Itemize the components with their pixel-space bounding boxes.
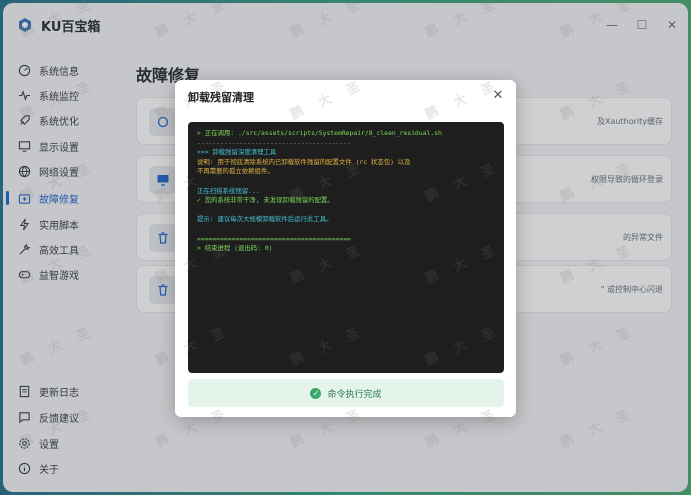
terminal-line: > 正在调用: ./src/assets/scripts/SystemRepai…	[197, 129, 442, 137]
status-banner: ✓ 命令执行完成	[188, 379, 504, 407]
terminal-line: 提示: 建议每次大规模卸载软件后运行此工具。	[197, 215, 333, 224]
terminal-line: > 结束进程 (退出码: 0)	[197, 244, 273, 253]
terminal-line: >>> 卸载残留深度清理工具	[197, 148, 277, 157]
terminal-line: 不再需要的孤立依赖组件。	[197, 167, 274, 176]
terminal-line: ----------------------------------------	[197, 138, 351, 147]
terminal-output: > 正在调用: ./src/assets/scripts/SystemRepai…	[188, 122, 504, 373]
terminal-line: 正在扫描系统残留...	[197, 186, 260, 195]
clean-residual-dialog: 卸载残留清理 ✕ > 正在调用: ./src/assets/scripts/Sy…	[175, 80, 516, 417]
status-text: 命令执行完成	[327, 389, 382, 400]
terminal-line: 说明: 用于彻底清除系统内已卸载软件残留的配置文件 (rc 状态包) 以及	[197, 157, 411, 166]
close-icon[interactable]: ✕	[490, 87, 506, 103]
dialog-title: 卸载残留清理	[188, 91, 254, 104]
terminal-line: ========================================	[197, 234, 351, 243]
check-circle-icon: ✓	[310, 387, 322, 399]
terminal-line: ✓ 您的系统非常干净, 未发现卸载残留的配置。	[197, 196, 334, 205]
